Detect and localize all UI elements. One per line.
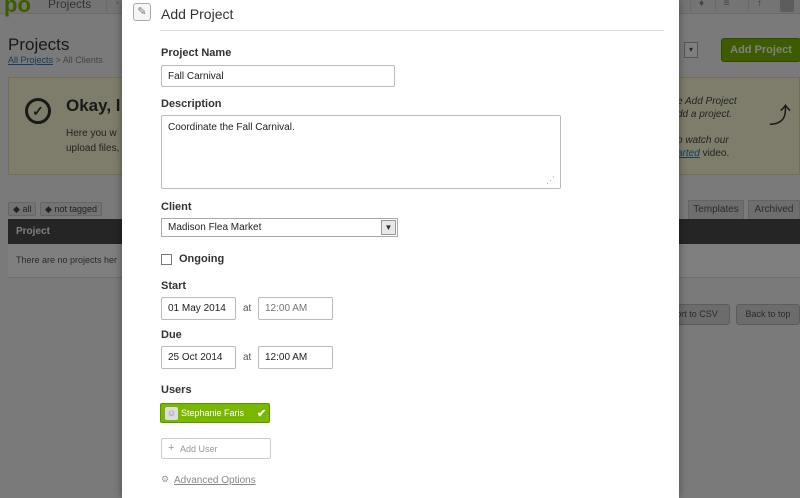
due-time-input[interactable] — [258, 346, 333, 369]
user-chip-name: Stephanie Faris — [181, 408, 245, 418]
client-selected-value: Madison Flea Market — [168, 222, 262, 233]
user-chip-stephanie[interactable]: ☺ Stephanie Faris ✔ — [160, 403, 270, 423]
add-user-placeholder: Add User — [180, 444, 218, 454]
resize-grip-icon[interactable]: ⋰ — [546, 175, 555, 186]
modal-title: Add Project — [161, 6, 234, 22]
project-name-input[interactable] — [161, 65, 395, 87]
ongoing-checkbox[interactable] — [161, 254, 172, 265]
edit-icon: ✎ — [133, 3, 151, 21]
ongoing-label[interactable]: Ongoing — [179, 253, 224, 265]
client-select[interactable]: Madison Flea Market ▼ — [161, 218, 398, 237]
plus-icon: + — [168, 442, 175, 454]
gear-icon: ⚙ — [161, 474, 170, 484]
user-avatar-icon: ☺ — [165, 407, 178, 420]
add-project-modal: ✎ Add Project Project Name Description C… — [122, 0, 679, 498]
add-user-input[interactable]: + Add User — [161, 438, 271, 459]
advanced-options-link[interactable]: Advanced Options — [174, 475, 256, 486]
due-date-input[interactable] — [161, 346, 236, 369]
start-label: Start — [161, 280, 187, 292]
project-name-label: Project Name — [161, 47, 232, 59]
start-date-input[interactable] — [161, 297, 236, 320]
checkmark-icon[interactable]: ✔ — [257, 407, 266, 420]
modal-header: ✎ Add Project — [122, 0, 679, 31]
start-at-label: at — [243, 303, 252, 314]
users-label: Users — [161, 384, 192, 396]
due-at-label: at — [243, 352, 252, 363]
divider — [160, 30, 664, 31]
description-label: Description — [161, 98, 222, 110]
client-label: Client — [161, 201, 192, 213]
chevron-down-icon[interactable]: ▼ — [381, 220, 396, 235]
start-time-input[interactable] — [258, 297, 333, 320]
due-label: Due — [161, 329, 182, 341]
description-textarea[interactable]: Coordinate the Fall Carnival. — [161, 115, 561, 189]
